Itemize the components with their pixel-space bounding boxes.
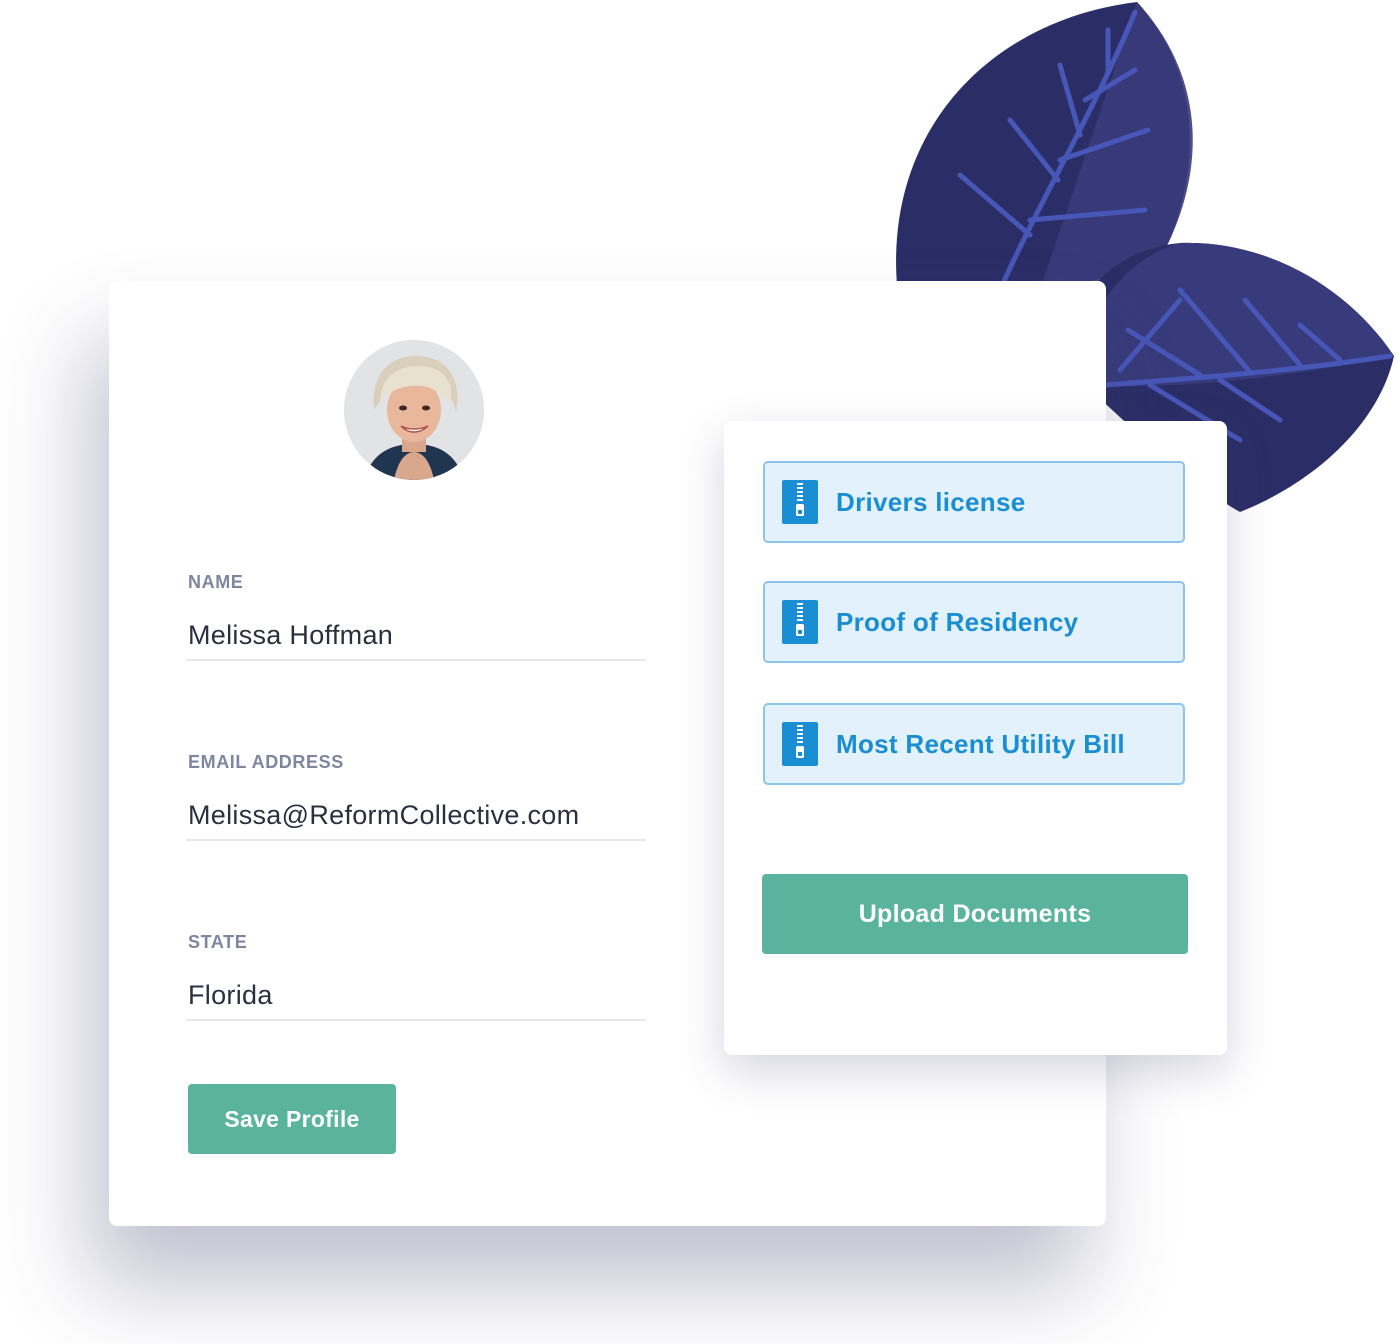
upload-documents-button[interactable]: Upload Documents bbox=[762, 874, 1188, 954]
avatar-image bbox=[344, 340, 484, 480]
document-item-proof-of-residency[interactable]: Proof of Residency bbox=[763, 581, 1185, 663]
state-underline bbox=[186, 1019, 646, 1021]
email-label: EMAIL ADDRESS bbox=[188, 752, 344, 772]
state-label: STATE bbox=[188, 932, 248, 952]
email-field[interactable]: Melissa@ReformCollective.com bbox=[188, 800, 579, 831]
state-field[interactable]: Florida bbox=[188, 980, 273, 1011]
documents-card: Drivers license Proof of Residency Most … bbox=[724, 421, 1227, 1055]
zip-file-icon bbox=[782, 480, 818, 524]
document-label: Proof of Residency bbox=[836, 606, 1079, 637]
avatar[interactable] bbox=[344, 340, 484, 480]
name-field[interactable]: Melissa Hoffman bbox=[188, 620, 393, 651]
stage: NAME Melissa Hoffman EMAIL ADDRESS Melis… bbox=[0, 0, 1396, 1344]
zip-file-icon bbox=[782, 600, 818, 644]
document-item-drivers-license[interactable]: Drivers license bbox=[763, 461, 1185, 543]
zip-file-icon bbox=[782, 722, 818, 766]
save-profile-button[interactable]: Save Profile bbox=[188, 1084, 396, 1154]
name-underline bbox=[186, 659, 646, 661]
name-label: NAME bbox=[188, 572, 244, 592]
document-item-utility-bill[interactable]: Most Recent Utility Bill bbox=[763, 703, 1185, 785]
document-label: Drivers license bbox=[836, 486, 1026, 517]
email-underline bbox=[186, 839, 646, 841]
document-label: Most Recent Utility Bill bbox=[836, 728, 1125, 759]
